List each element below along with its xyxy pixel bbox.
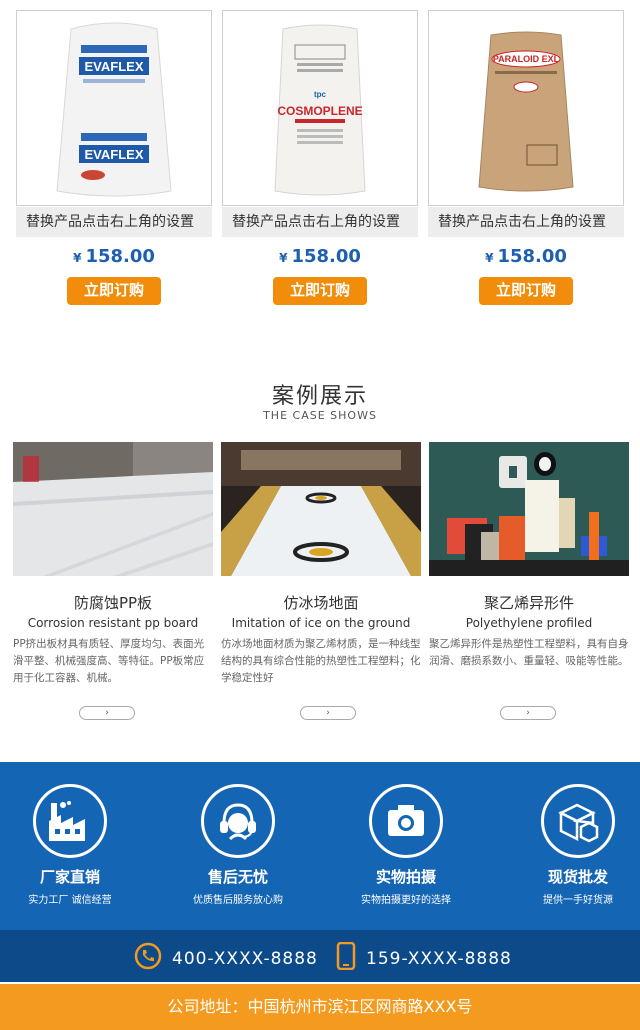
section-title: 案例展示	[271, 384, 368, 409]
order-now-button[interactable]: 立即订购	[479, 277, 573, 305]
case-english-title: Polyethylene profiled	[465, 616, 593, 630]
feature-subtitle: 提供一手好货源	[543, 895, 613, 906]
feature-item: 现货批发 提供一手好货源	[518, 784, 638, 906]
phone-icon	[134, 942, 162, 975]
boxes-icon	[541, 784, 615, 858]
feature-title: 实物拍摄	[375, 868, 436, 886]
case-card[interactable]: 聚乙烯异形件 Polyethylene profiled 聚乙烯异形件是热塑性工…	[429, 442, 629, 670]
section-subtitle: THE CASE SHOWS	[263, 409, 377, 422]
mobile[interactable]: 159-XXXX-8888	[336, 941, 512, 975]
product-brand-repeat: EVAFLEX	[85, 147, 144, 162]
next-arrow-button[interactable]: ›	[300, 706, 356, 720]
case-image[interactable]	[221, 442, 421, 576]
case-card[interactable]: 仿冰场地面 Imitation of ice on the ground 仿冰场…	[221, 442, 421, 687]
feature-item: 实物拍摄 实物拍摄更好的选择	[346, 784, 466, 906]
case-english-title: Imitation of ice on the ground	[231, 616, 411, 630]
product-price: ¥158.00	[428, 245, 624, 269]
case-english-title: Corrosion resistant pp board	[27, 616, 199, 630]
case-card[interactable]: 防腐蚀PP板 Corrosion resistant pp board PP挤出…	[13, 442, 213, 687]
hotline[interactable]: 400-XXXX-8888	[134, 942, 318, 975]
currency-symbol: ¥	[485, 251, 494, 265]
feature-title: 现货批发	[547, 868, 608, 886]
case-image[interactable]	[13, 442, 213, 576]
case-title: 仿冰场地面	[283, 594, 359, 612]
next-arrow-button[interactable]: ›	[79, 706, 135, 720]
case-description: 聚乙烯异形件是热塑性工程塑料，具有自身润滑、磨损系数小、重量轻、吸能等性能。	[429, 638, 629, 667]
svg-text:tpc: tpc	[314, 90, 327, 99]
currency-symbol: ¥	[279, 251, 288, 265]
product-image[interactable]: tpc COSMOPLENE	[222, 10, 418, 206]
price-value: 158.00	[291, 246, 361, 267]
feature-subtitle: 实力工厂 诚信经营	[28, 895, 112, 906]
product-brand: EVAFLEX	[85, 59, 144, 74]
company-address: 公司地址：中国杭州市滨江区网商路XXX号	[0, 984, 640, 1030]
features-band: 厂家直销 实力工厂 诚信经营 售后无忧 优质售后服务放心购 实物拍摄 实物拍摄更…	[0, 762, 640, 930]
feature-subtitle: 优质售后服务放心购	[193, 895, 283, 906]
mobile-icon	[336, 941, 356, 975]
case-title: 聚乙烯异形件	[483, 594, 574, 612]
product-price: ¥158.00	[16, 245, 212, 269]
order-now-button[interactable]: 立即订购	[273, 277, 367, 305]
order-now-button[interactable]: 立即订购	[67, 277, 161, 305]
mobile-number[interactable]: 159-XXXX-8888	[366, 949, 512, 969]
product-card[interactable]: tpc COSMOPLENE 替换产品点击右上角的设置 ¥158.00 立即订购	[222, 10, 418, 305]
product-brand: COSMOPLENE	[277, 104, 362, 118]
feature-item: 售后无忧 优质售后服务放心购	[178, 784, 298, 906]
product-image[interactable]: EVAFLEX EVAFLEX	[16, 10, 212, 206]
product-card[interactable]: PARALOID EXL 替换产品点击右上角的设置 ¥158.00 立即订购	[428, 10, 624, 305]
case-description: PP挤出板材具有质轻、厚度均匀、表面光滑平整、机械强度高、等特征。PP板常应用于…	[13, 638, 205, 684]
price-value: 158.00	[497, 246, 567, 267]
product-name[interactable]: 替换产品点击右上角的设置	[428, 207, 624, 237]
feature-title: 厂家直销	[39, 868, 100, 886]
factory-icon	[33, 784, 107, 858]
product-name[interactable]: 替换产品点击右上角的设置	[222, 207, 418, 237]
feature-subtitle: 实物拍摄更好的选择	[361, 895, 451, 906]
hotline-number[interactable]: 400-XXXX-8888	[172, 949, 318, 969]
product-image[interactable]: PARALOID EXL	[428, 10, 624, 206]
case-image[interactable]	[429, 442, 629, 576]
feature-title: 售后无忧	[207, 868, 268, 886]
case-title: 防腐蚀PP板	[73, 594, 153, 612]
product-list: EVAFLEX EVAFLEX 替换产品点击右上角的设置 ¥158.00 立即订…	[16, 10, 624, 310]
price-value: 158.00	[85, 246, 155, 267]
case-description: 仿冰场地面材质为聚乙烯材质，是一种线型结构的具有综合性能的热塑性工程塑料；化学稳…	[221, 638, 421, 684]
camera-icon	[369, 784, 443, 858]
product-name[interactable]: 替换产品点击右上角的设置	[16, 207, 212, 237]
currency-symbol: ¥	[73, 251, 82, 265]
page: EVAFLEX EVAFLEX 替换产品点击右上角的设置 ¥158.00 立即订…	[0, 0, 640, 1030]
contact-bar: 400-XXXX-8888 159-XXXX-8888	[0, 930, 640, 982]
next-arrow-button[interactable]: ›	[500, 706, 556, 720]
product-brand: PARALOID EXL	[493, 54, 560, 64]
feature-item: 厂家直销 实力工厂 诚信经营	[10, 784, 130, 906]
product-price: ¥158.00	[222, 245, 418, 269]
product-card[interactable]: EVAFLEX EVAFLEX 替换产品点击右上角的设置 ¥158.00 立即订…	[16, 10, 212, 305]
headset-icon	[201, 784, 275, 858]
